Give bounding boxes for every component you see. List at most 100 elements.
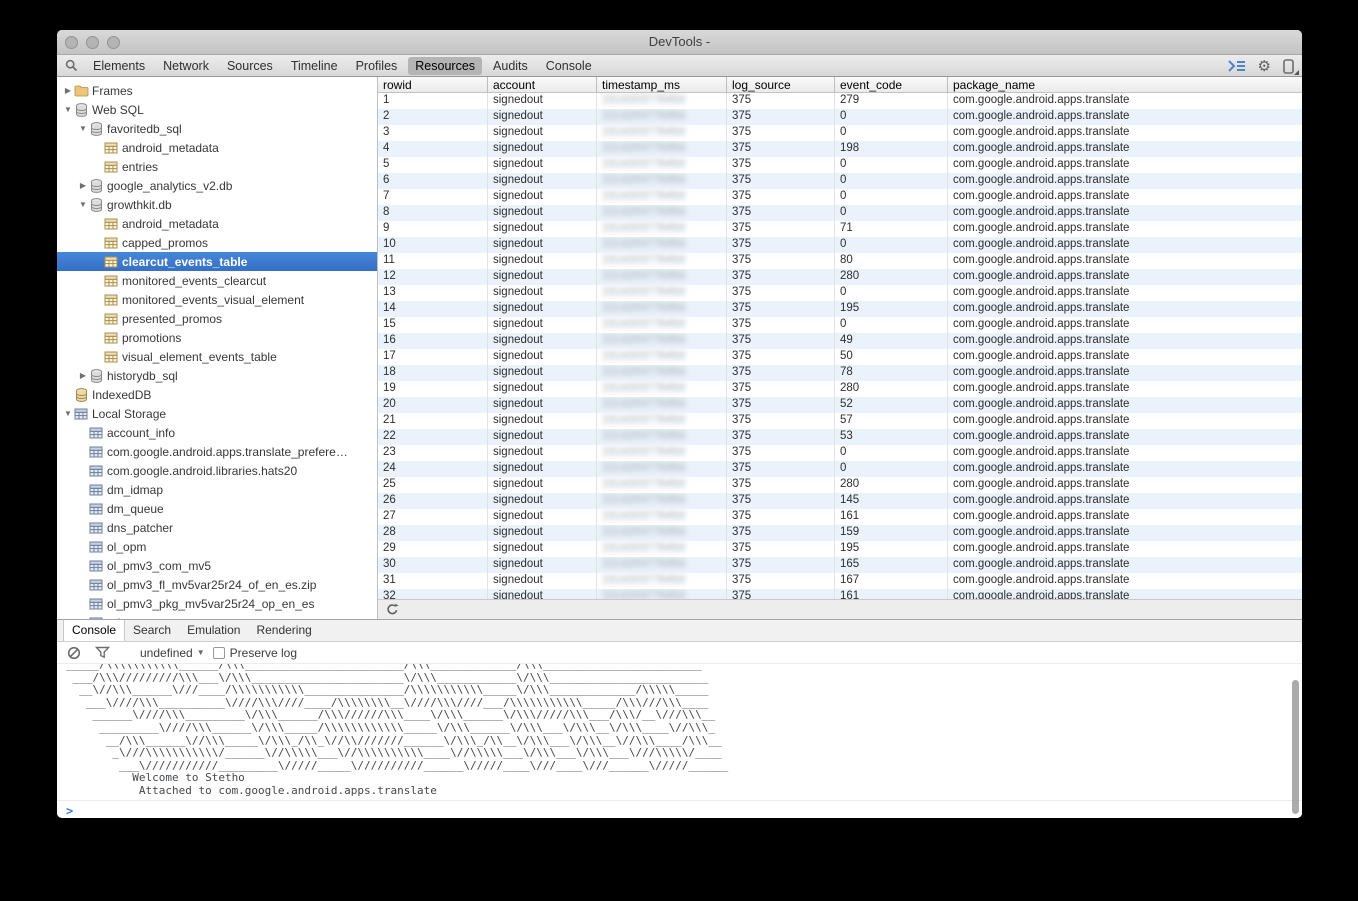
tree-disclosure-arrow[interactable]: ▼ [63, 105, 73, 114]
tree-disclosure-arrow[interactable]: ▼ [78, 200, 88, 209]
sidebar-item-primes[interactable]: primes [57, 613, 377, 619]
sidebar-item-web-sql[interactable]: ▼Web SQL [57, 100, 377, 119]
table-row[interactable]: 11signedout151420377645437580com.google.… [378, 253, 1302, 269]
sidebar-item-dm-idmap[interactable]: dm_idmap [57, 480, 377, 499]
sidebar-item-visual-element-events-table[interactable]: visual_element_events_table [57, 347, 377, 366]
tree-disclosure-arrow[interactable]: ▶ [78, 371, 88, 380]
tree-disclosure-arrow[interactable]: ▶ [78, 181, 88, 190]
table-row[interactable]: 22signedout151420377645437553com.google.… [378, 429, 1302, 445]
drawer-tab-emulation[interactable]: Emulation [179, 620, 248, 641]
table-row[interactable]: 17signedout151420377645437550com.google.… [378, 349, 1302, 365]
sidebar-item-monitored-events-clearcut[interactable]: monitored_events_clearcut [57, 271, 377, 290]
table-row[interactable]: 5signedout15142037764543750com.google.an… [378, 157, 1302, 173]
sidebar-item-promotions[interactable]: promotions [57, 328, 377, 347]
table-row[interactable]: 24signedout15142037764543750com.google.a… [378, 461, 1302, 477]
table-row[interactable]: 31signedout1514203776454375167com.google… [378, 573, 1302, 589]
drawer-tab-rendering[interactable]: Rendering [248, 620, 319, 641]
table-row[interactable]: 20signedout151420377645437552com.google.… [378, 397, 1302, 413]
table-row[interactable]: 16signedout151420377645437549com.google.… [378, 333, 1302, 349]
sidebar-item-capped-promos[interactable]: capped_promos [57, 233, 377, 252]
column-header-package_name[interactable]: package_name [948, 77, 1302, 92]
sidebar-item-com-google-android-libraries-hats20[interactable]: com.google.android.libraries.hats20 [57, 461, 377, 480]
sidebar-item-indexeddb[interactable]: IndexedDB [57, 385, 377, 404]
table-row[interactable]: 12signedout1514203776454375280com.google… [378, 269, 1302, 285]
tab-timeline[interactable]: Timeline [284, 57, 345, 75]
sidebar-item-ol-pmv3-fl-mv5var25r24-of-en-es-zip[interactable]: ol_pmv3_fl_mv5var25r24_of_en_es.zip [57, 575, 377, 594]
tab-profiles[interactable]: Profiles [349, 57, 405, 75]
table-row[interactable]: 10signedout15142037764543750com.google.a… [378, 237, 1302, 253]
column-header-rowid[interactable]: rowid [378, 77, 488, 92]
sidebar-item-local-storage[interactable]: ▼Local Storage [57, 404, 377, 423]
sidebar-item-ol-pmv3-pkg-mv5var25r24-op-en-es[interactable]: ol_pmv3_pkg_mv5var25r24_op_en_es [57, 594, 377, 613]
tab-network[interactable]: Network [156, 57, 216, 75]
tree-disclosure-arrow[interactable]: ▼ [63, 409, 73, 418]
column-header-event_code[interactable]: event_code [835, 77, 948, 92]
table-row[interactable]: 3signedout15142037764543750com.google.an… [378, 125, 1302, 141]
column-header-timestamp_ms[interactable]: timestamp_ms [597, 77, 727, 92]
tab-elements[interactable]: Elements [86, 57, 152, 75]
sidebar-item-dns-patcher[interactable]: dns_patcher [57, 518, 377, 537]
table-row[interactable]: 4signedout1514203776454375198com.google.… [378, 141, 1302, 157]
console-scrollbar-thumb[interactable] [1292, 680, 1299, 814]
table-row[interactable]: 2signedout15142037764543750com.google.an… [378, 109, 1302, 125]
table-row[interactable]: 13signedout15142037764543750com.google.a… [378, 285, 1302, 301]
clear-console-icon[interactable] [67, 646, 81, 660]
table-row[interactable]: 26signedout1514203776454375145com.google… [378, 493, 1302, 509]
execution-context-selector[interactable]: undefined ▼ [140, 646, 205, 660]
table-row[interactable]: 7signedout15142037764543750com.google.an… [378, 189, 1302, 205]
grid-body[interactable]: 1signedout1514203776454375279com.google.… [378, 93, 1302, 599]
sidebar-item-growthkit-db[interactable]: ▼growthkit.db [57, 195, 377, 214]
table-row[interactable]: 1signedout1514203776454375279com.google.… [378, 93, 1302, 109]
tab-audits[interactable]: Audits [486, 57, 535, 75]
column-header-account[interactable]: account [488, 77, 597, 92]
table-row[interactable]: 8signedout15142037764543750com.google.an… [378, 205, 1302, 221]
tree-disclosure-arrow[interactable]: ▼ [78, 124, 88, 133]
sidebar-item-monitored-events-visual-element[interactable]: monitored_events_visual_element [57, 290, 377, 309]
preserve-log-checkbox[interactable] [213, 647, 225, 659]
device-mode-icon[interactable] [1283, 59, 1294, 74]
settings-gear-icon[interactable]: ⚙ [1258, 59, 1271, 74]
filter-icon[interactable] [95, 646, 110, 659]
table-row[interactable]: 9signedout151420377645437571com.google.a… [378, 221, 1302, 237]
sidebar-item-dm-queue[interactable]: dm_queue [57, 499, 377, 518]
sidebar-item-historydb-sql[interactable]: ▶historydb_sql [57, 366, 377, 385]
sidebar-item-frames[interactable]: ▶Frames [57, 81, 377, 100]
drawer-toggle-icon[interactable] [1228, 60, 1246, 72]
drawer-tab-console[interactable]: Console [63, 620, 125, 641]
sidebar-item-presented-promos[interactable]: presented_promos [57, 309, 377, 328]
sidebar-item-entries[interactable]: entries [57, 157, 377, 176]
table-row[interactable]: 32signedout1514203776454375161com.google… [378, 589, 1302, 599]
tab-sources[interactable]: Sources [220, 57, 280, 75]
console-prompt-line[interactable]: > [57, 800, 1302, 818]
sidebar-item-google-analytics-v2-db[interactable]: ▶google_analytics_v2.db [57, 176, 377, 195]
table-row[interactable]: 6signedout15142037764543750com.google.an… [378, 173, 1302, 189]
table-row[interactable]: 29signedout1514203776454375195com.google… [378, 541, 1302, 557]
sidebar-item-ol-pmv3-com-mv5[interactable]: ol_pmv3_com_mv5 [57, 556, 377, 575]
table-row[interactable]: 18signedout151420377645437578com.google.… [378, 365, 1302, 381]
sidebar-item-account-info[interactable]: account_info [57, 423, 377, 442]
table-row[interactable]: 15signedout15142037764543750com.google.a… [378, 317, 1302, 333]
table-row[interactable]: 28signedout1514203776454375159com.google… [378, 525, 1302, 541]
table-row[interactable]: 19signedout1514203776454375280com.google… [378, 381, 1302, 397]
search-icon[interactable] [65, 59, 78, 72]
tab-resources[interactable]: Resources [408, 57, 482, 75]
sidebar-item-com-google-android-apps-translate-prefere-[interactable]: com.google.android.apps.translate_prefer… [57, 442, 377, 461]
drawer-tab-search[interactable]: Search [125, 620, 179, 641]
table-row[interactable]: 21signedout151420377645437557com.google.… [378, 413, 1302, 429]
tab-console[interactable]: Console [539, 57, 599, 75]
sidebar-item-ol-opm[interactable]: ol_opm [57, 537, 377, 556]
sidebar-item-clearcut-events-table[interactable]: clearcut_events_table [57, 252, 377, 271]
console-output[interactable]: _____/\\\\\\\\\\\______/\\\_____________… [57, 664, 1302, 818]
table-row[interactable]: 25signedout1514203776454375280com.google… [378, 477, 1302, 493]
table-row[interactable]: 30signedout1514203776454375165com.google… [378, 557, 1302, 573]
table-row[interactable]: 23signedout15142037764543750com.google.a… [378, 445, 1302, 461]
refresh-icon[interactable] [386, 603, 399, 616]
column-header-log_source[interactable]: log_source [727, 77, 835, 92]
sidebar-item-favoritedb-sql[interactable]: ▼favoritedb_sql [57, 119, 377, 138]
preserve-log-option[interactable]: Preserve log [213, 646, 297, 660]
table-row[interactable]: 27signedout1514203776454375161com.google… [378, 509, 1302, 525]
tree-disclosure-arrow[interactable]: ▶ [63, 86, 73, 95]
sidebar-item-android-metadata[interactable]: android_metadata [57, 214, 377, 233]
table-row[interactable]: 14signedout1514203776454375195com.google… [378, 301, 1302, 317]
sidebar-item-android-metadata[interactable]: android_metadata [57, 138, 377, 157]
